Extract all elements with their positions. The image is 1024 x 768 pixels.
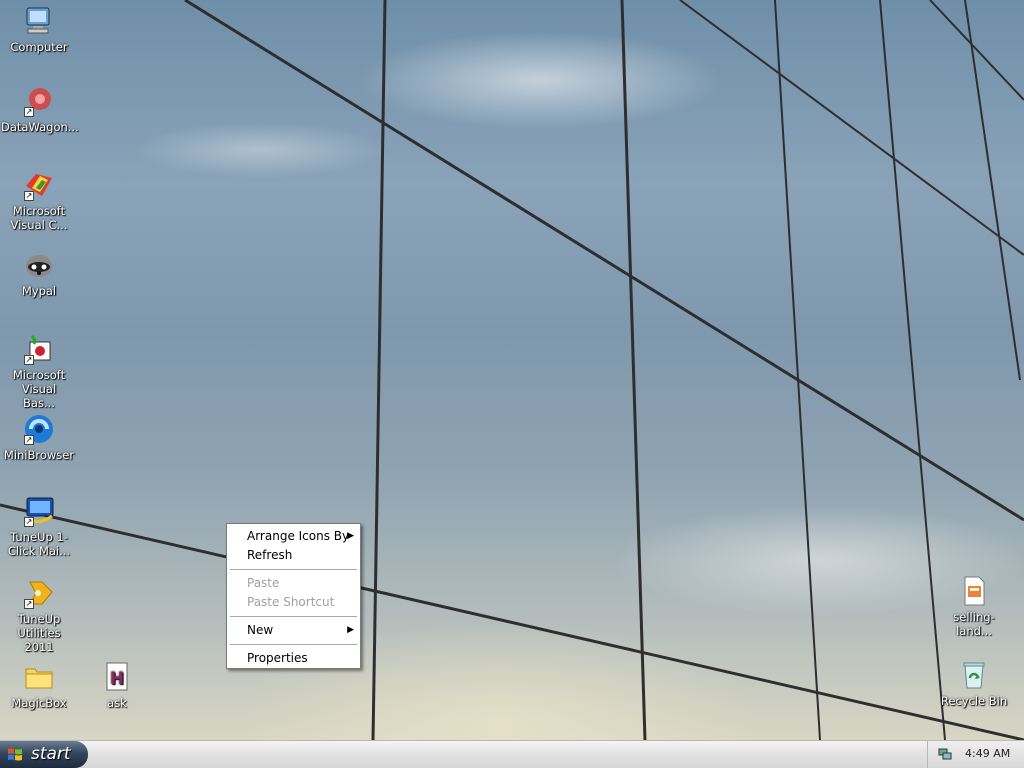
desktop-icon-selling-land[interactable]: selling-land... [936,574,1012,638]
menu-item-refresh[interactable]: Refresh [227,546,360,565]
desktop-icon-magicbox[interactable]: MagicBox [1,660,77,710]
wallpaper-building-frames [0,0,1024,740]
menu-item-paste-shortcut: Paste Shortcut [227,593,360,612]
visual-basic-icon: ↗ [22,332,56,366]
desktop-icon-datawagon[interactable]: ↗ DataWagon... [1,84,79,134]
desktop-icon-label: Computer [10,40,68,54]
desktop-icon-tuneup-utilities[interactable]: ↗ TuneUp Utilities 2011 [1,576,77,654]
document-icon [957,574,991,608]
desktop-icon-computer[interactable]: Computer [1,4,77,54]
start-button[interactable]: start [0,741,88,768]
desktop-icon-label: DataWagon... [1,120,79,134]
visual-c-icon: ↗ [22,168,56,202]
svg-text:H: H [110,669,124,689]
desktop-icon-label: ask [107,696,127,710]
desktop-icon-label: MiniBrowser [3,448,75,462]
desktop[interactable]: Computer ↗ DataWagon... ↗ Microsoft Visu… [0,0,1024,740]
minibrowser-icon: ↗ [22,412,56,446]
desktop-icon-visual-c[interactable]: ↗ Microsoft Visual C... [1,168,77,232]
desktop-icon-label: Mypal [21,284,57,298]
menu-item-label: Properties [247,651,308,665]
desktop-icon-visual-basic[interactable]: ↗ Microsoft Visual Bas... [1,332,77,410]
desktop-icon-label: TuneUp 1-Click Mai... [7,530,71,558]
shortcut-arrow-icon: ↗ [24,191,34,201]
submenu-arrow-icon: ▶ [347,625,354,635]
tuneup-1click-icon: ↗ [22,494,56,528]
desktop-icon-label: MagicBox [11,696,67,710]
system-tray: 4:49 AM [927,741,1024,768]
menu-item-label: New [247,623,274,637]
menu-item-label: Refresh [247,548,293,562]
shortcut-arrow-icon: ↗ [24,355,34,365]
menu-item-properties[interactable]: Properties [227,649,360,668]
desktop-icon-label: Microsoft Visual Bas... [12,368,66,410]
taskbar: start 4:49 AM [0,740,1024,768]
menu-separator [230,569,357,570]
desktop-icon-label: selling-land... [953,610,995,638]
desktop-icon-label: TuneUp Utilities 2011 [17,612,61,654]
menu-item-label: Paste [247,576,280,590]
shortcut-arrow-icon: ↗ [24,435,34,445]
menu-separator [230,644,357,645]
start-label: start [31,744,71,764]
submenu-arrow-icon: ▶ [347,531,354,541]
menu-item-label: Paste Shortcut [247,595,335,609]
windows-logo-icon [7,747,23,763]
clock[interactable]: 4:49 AM [965,747,1010,760]
desktop-icon-ask[interactable]: H ask [79,660,155,710]
desktop-icon-recycle-bin[interactable]: Recycle Bin [936,658,1012,708]
menu-item-new[interactable]: New ▶ [227,621,360,640]
text-file-icon: H [100,660,134,694]
shortcut-arrow-icon: ↗ [24,599,34,609]
tuneup-utilities-icon: ↗ [22,576,56,610]
folder-icon [22,660,56,694]
desktop-icon-mypal[interactable]: Mypal [1,248,77,298]
datawagon-icon: ↗ [22,84,56,118]
desktop-icon-minibrowser[interactable]: ↗ MiniBrowser [1,412,77,462]
menu-item-arrange-icons-by[interactable]: Arrange Icons By ▶ [227,527,360,546]
desktop-context-menu: Arrange Icons By ▶ Refresh Paste Paste S… [226,523,361,669]
menu-separator [230,616,357,617]
desktop-icon-label: Recycle Bin [940,694,1008,708]
network-icon[interactable] [938,747,952,761]
desktop-icon-label: Microsoft Visual C... [10,204,68,232]
menu-item-paste: Paste [227,574,360,593]
menu-item-label: Arrange Icons By [247,529,350,543]
shortcut-arrow-icon: ↗ [24,107,34,117]
recycle-bin-icon [957,658,991,692]
desktop-icon-tuneup-1click[interactable]: ↗ TuneUp 1-Click Mai... [1,494,77,558]
shortcut-arrow-icon: ↗ [24,517,34,527]
computer-icon [22,4,56,38]
mypal-icon [22,248,56,282]
